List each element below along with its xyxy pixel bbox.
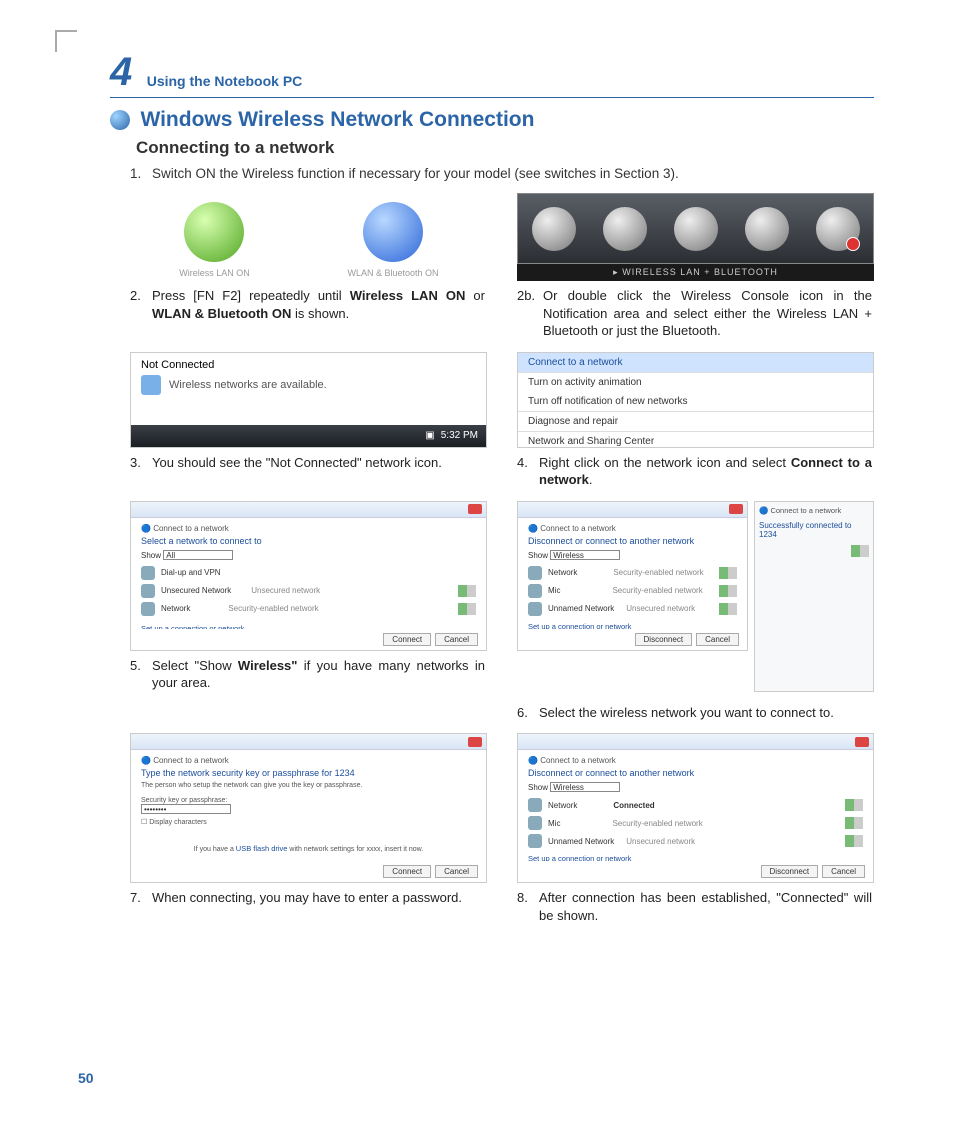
taskbar: ▣ 5:32 PM [131, 425, 486, 447]
figure-disconnect-network: 🔵 Connect to a network Disconnect or con… [517, 501, 748, 651]
menu-item[interactable]: Diagnose and repair [518, 411, 873, 431]
cancel-button[interactable]: Cancel [435, 633, 478, 646]
link[interactable]: Set up a connection or network [528, 854, 863, 861]
osd-icon-disabled [816, 207, 860, 251]
connect-button[interactable]: Connect [383, 633, 431, 646]
display-chars-checkbox[interactable]: ☐ Display characters [141, 818, 476, 826]
step-8: 8.After connection has been established,… [517, 889, 874, 924]
step-1: 1.Switch ON the Wireless function if nec… [130, 166, 874, 181]
osd-icon [674, 207, 718, 251]
network-row[interactable]: Network Security-enabled network [528, 564, 737, 582]
figure-context-menu: Connect to a network Turn on activity an… [517, 352, 874, 448]
chapter-title: Using the Notebook PC [147, 73, 303, 95]
network-row[interactable]: Unnamed Network Unsecured network [528, 600, 737, 618]
step-5: 5.Select "Show Wireless" if you have man… [130, 657, 487, 692]
show-dropdown[interactable]: Wireless [550, 782, 620, 792]
figure-not-connected: Not Connected Wireless networks are avai… [130, 352, 487, 448]
network-row[interactable]: Network Connected [528, 796, 863, 814]
figure-connected: 🔵 Connect to a network Disconnect or con… [517, 733, 874, 883]
connect-button[interactable]: Connect [383, 865, 431, 878]
network-row[interactable]: Mic Security-enabled network [528, 814, 863, 832]
show-dropdown[interactable]: Wireless [550, 550, 620, 560]
link[interactable]: Set up a connection or network [528, 622, 737, 629]
close-icon[interactable] [468, 737, 482, 747]
figure-osd-bar: ▸ WIRELESS LAN + BLUETOOTH [517, 193, 874, 281]
balloon-message: Wireless networks are available. [169, 379, 327, 391]
figure-enter-passkey: 🔵 Connect to a network Type the network … [130, 733, 487, 883]
step-6: 6.Select the wireless network you want t… [517, 704, 874, 722]
figure-osd-icons: Wireless LAN ON WLAN & Bluetooth ON [130, 193, 487, 281]
chapter-header: 4 Using the Notebook PC [110, 50, 874, 98]
show-dropdown[interactable]: All [163, 550, 233, 560]
close-icon[interactable] [729, 504, 743, 514]
osd-icon [603, 207, 647, 251]
step-3: 3.You should see the "Not Connected" net… [130, 454, 487, 472]
menu-item[interactable]: Turn on activity animation [518, 372, 873, 392]
step-2b: 2b.Or double click the Wireless Console … [517, 287, 874, 340]
wireless-lan-on-icon [184, 202, 244, 262]
section-heading: Windows Wireless Network Connection [140, 108, 534, 131]
disconnect-button[interactable]: Disconnect [635, 633, 693, 646]
cancel-button[interactable]: Cancel [696, 633, 739, 646]
network-row[interactable]: Network Security-enabled network [141, 600, 476, 618]
passphrase-input[interactable]: •••••••• [141, 804, 231, 814]
tray-network-icon[interactable]: ▣ [425, 430, 434, 441]
cancel-button[interactable]: Cancel [822, 865, 865, 878]
figure-select-network: 🔵 Connect to a network Select a network … [130, 501, 487, 651]
step-7: 7.When connecting, you may have to enter… [130, 889, 487, 907]
step-4: 4.Right click on the network icon and se… [517, 454, 874, 489]
menu-item[interactable]: Connect to a network [518, 353, 873, 372]
wlan-bluetooth-on-icon [363, 202, 423, 262]
balloon-title: Not Connected [141, 359, 476, 371]
globe-icon [110, 110, 130, 130]
usb-link[interactable]: USB flash drive [236, 844, 288, 853]
network-row[interactable]: Unsecured Network Unsecured network [141, 582, 476, 600]
menu-item[interactable]: Turn off notification of new networks [518, 392, 873, 411]
chapter-number: 4 [110, 50, 132, 95]
page-number: 50 [78, 1070, 94, 1086]
close-icon[interactable] [855, 737, 869, 747]
network-icon [141, 375, 161, 395]
tray-clock: 5:32 PM [441, 430, 478, 441]
network-row[interactable]: Mic Security-enabled network [528, 582, 737, 600]
disconnect-button[interactable]: Disconnect [761, 865, 819, 878]
close-icon[interactable] [468, 504, 482, 514]
osd-arrow-icon: ▸ [613, 267, 622, 277]
osd-icon [745, 207, 789, 251]
step-2: 2.Press [FN F2] repeatedly until Wireles… [130, 287, 487, 322]
cancel-button[interactable]: Cancel [435, 865, 478, 878]
osd-icon [532, 207, 576, 251]
figure-success-box: 🔵 Connect to a network Successfully conn… [754, 501, 874, 692]
menu-item[interactable]: Network and Sharing Center [518, 431, 873, 448]
network-row[interactable]: Dial-up and VPN [141, 564, 476, 582]
section-subheading: Connecting to a network [136, 138, 874, 158]
network-row[interactable]: Unnamed Network Unsecured network [528, 832, 863, 850]
